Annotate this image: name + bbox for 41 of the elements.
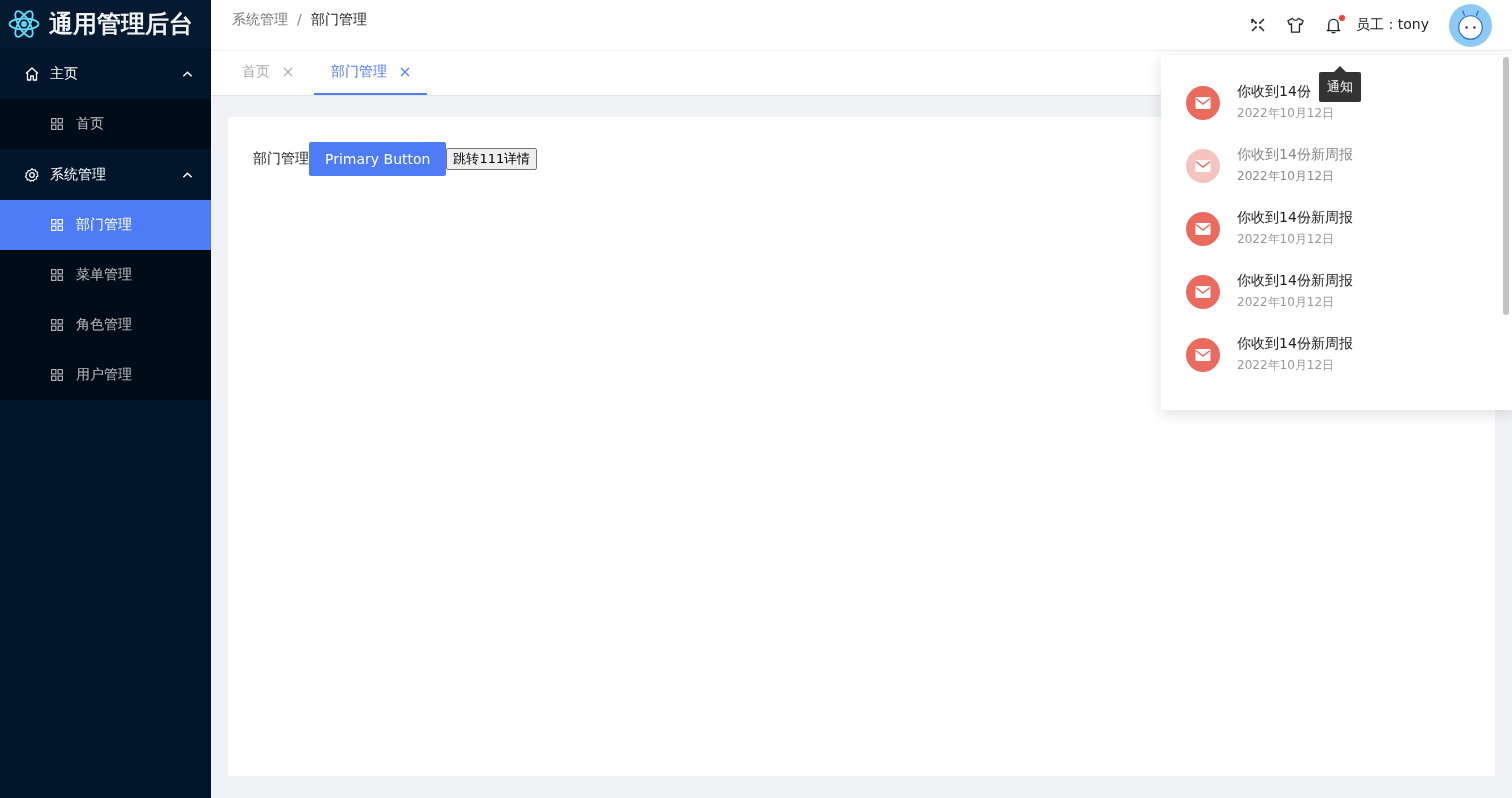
menu-item[interactable]: 部门管理 — [0, 200, 211, 250]
detail-button[interactable]: 跳转111详情 — [446, 148, 538, 170]
grid-icon — [51, 319, 63, 331]
notification-date: 2022年10月12日 — [1237, 357, 1335, 374]
chevron-icon — [182, 170, 193, 179]
t-shirt-icon[interactable] — [1285, 15, 1305, 35]
avatar-icon[interactable] — [1449, 3, 1492, 47]
page-tab[interactable]: 部门管理 — [314, 51, 427, 95]
close-icon[interactable] — [400, 67, 410, 77]
notification-title[interactable]: 你收到14份新周报 — [1237, 335, 1353, 353]
breadcrumb-item[interactable]: 部门管理 — [310, 11, 367, 29]
app-title: 通用管理后台 — [49, 9, 193, 40]
tooltip: 通知 — [1318, 65, 1361, 102]
chevron-icon — [182, 69, 193, 78]
grid-icon — [51, 118, 63, 130]
menu-item[interactable]: 菜单管理 — [0, 250, 211, 300]
home-icon — [24, 65, 40, 82]
notification-title[interactable]: 你收到14份 — [1237, 83, 1311, 101]
notification-date: 2022年10月12日 — [1237, 105, 1335, 122]
breadcrumb-item[interactable]: 系统管理 — [232, 11, 288, 29]
menu-group[interactable]: 系统管理 — [0, 149, 211, 200]
breadcrumb-separator: / — [297, 11, 302, 29]
notification-date: 2022年10月12日 — [1237, 231, 1335, 248]
menu-item[interactable]: 用户管理 — [0, 350, 211, 400]
fullscreen-icon[interactable] — [1249, 17, 1266, 33]
user-name[interactable]: 员工：tony — [1355, 16, 1429, 34]
grid-icon — [51, 219, 63, 231]
menu-group[interactable]: 主页 — [0, 48, 211, 99]
menu-item[interactable]: 角色管理 — [0, 300, 211, 350]
notification-title[interactable]: 你收到14份新周报 — [1237, 209, 1353, 227]
primary-button[interactable]: Primary Button — [309, 142, 447, 176]
settings-icon — [24, 166, 40, 183]
notification-title[interactable]: 你收到14份新周报 — [1237, 272, 1353, 290]
grid-icon — [51, 269, 63, 281]
atom-logo-icon — [7, 7, 41, 41]
notification-date: 2022年10月12日 — [1237, 294, 1335, 311]
grid-icon — [51, 369, 63, 381]
page-label: 部门管理 — [253, 150, 309, 168]
notification-date: 2022年10月12日 — [1237, 168, 1335, 185]
menu-item[interactable]: 首页 — [0, 99, 211, 149]
notification-title[interactable]: 你收到14份新周报 — [1237, 146, 1353, 164]
